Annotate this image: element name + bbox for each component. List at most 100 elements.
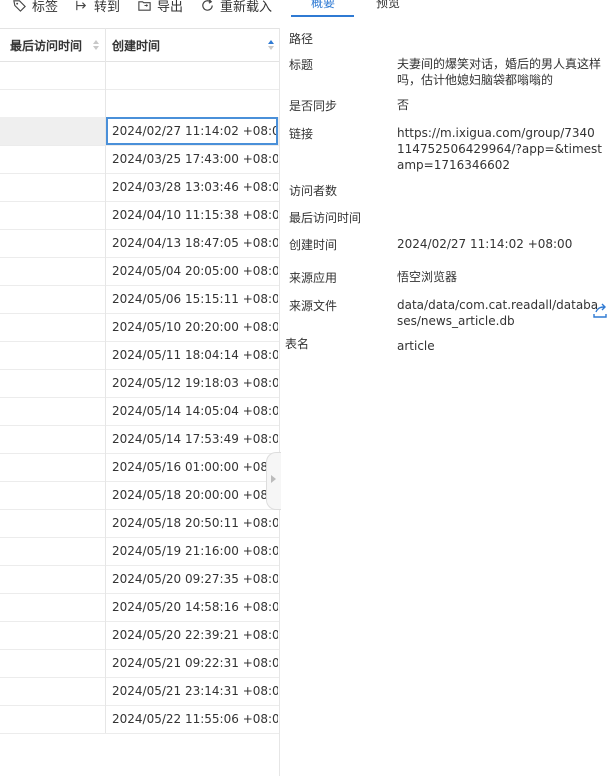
export-button[interactable]: 导出 [137, 0, 184, 15]
table-row[interactable]: 2024/03/25 17:43:00 +08:00 [0, 145, 280, 174]
cell-created[interactable]: 2024/05/20 14:58:16 +08:00 [106, 593, 278, 621]
property-label: 最后访问时间 [289, 211, 362, 225]
property-label: 路径 [289, 32, 314, 46]
table-row[interactable]: 2024/05/19 21:16:00 +08:00 [0, 537, 280, 566]
table-row[interactable]: 2024/05/14 17:53:49 +08:00 [0, 425, 280, 454]
cell-last-visit[interactable] [0, 257, 105, 285]
table-row[interactable]: 2024/05/06 15:15:11 +08:00 [0, 285, 280, 314]
table-row[interactable]: 2024/03/28 13:03:46 +08:00 [0, 173, 280, 202]
cell-created[interactable]: 2024/03/25 17:43:00 +08:00 [106, 145, 278, 173]
cell-last-visit[interactable] [0, 677, 105, 705]
table-row[interactable]: 2024/05/18 20:50:11 +08:00 [0, 509, 280, 538]
table-row[interactable]: 2024/05/14 14:05:04 +08:00 [0, 397, 280, 426]
cell-last-visit[interactable] [0, 369, 105, 397]
tab-summary[interactable]: 概要 [311, 0, 335, 11]
table-row[interactable]: 2024/05/18 20:00:00 +08:00 [0, 481, 280, 510]
property-value: article [397, 339, 435, 353]
table-row[interactable] [0, 89, 280, 118]
cell-created[interactable]: 2024/05/21 09:22:31 +08:00 [106, 649, 278, 677]
table-row[interactable]: 2024/04/13 18:47:05 +08:00 [0, 229, 280, 258]
cell-last-visit[interactable] [0, 313, 105, 341]
cell-created[interactable]: 2024/05/12 19:18:03 +08:00 [106, 369, 278, 397]
cell-last-visit[interactable] [0, 705, 105, 733]
table-row[interactable]: 2024/05/22 11:55:06 +08:00 [0, 705, 280, 734]
property-value: 2024/02/27 11:14:02 +08:00 [397, 237, 573, 251]
table-row[interactable] [0, 61, 280, 90]
table-row[interactable]: 2024/05/11 18:04:14 +08:00 [0, 341, 280, 370]
cell-created[interactable]: 2024/05/10 20:20:00 +08:00 [106, 313, 278, 341]
cell-last-visit[interactable] [0, 649, 105, 677]
cell-last-visit[interactable] [0, 481, 105, 509]
table-row[interactable]: 2024/05/21 23:14:31 +08:00 [0, 677, 280, 706]
tab-preview[interactable]: 预览 [376, 0, 400, 11]
cell-last-visit[interactable] [0, 509, 105, 537]
export-label: 导出 [157, 0, 184, 15]
cell-last-visit[interactable] [0, 117, 105, 145]
sort-icon[interactable] [93, 38, 99, 52]
cell-last-visit[interactable] [0, 173, 105, 201]
property-label: 表名 [285, 337, 310, 351]
cell-created[interactable] [106, 61, 278, 89]
reload-button[interactable]: 重新载入 [200, 0, 272, 15]
property-label: 来源应用 [289, 271, 338, 285]
table-row[interactable]: 2024/05/16 01:00:00 +08:00 [0, 453, 280, 482]
cell-created[interactable]: 2024/03/28 13:03:46 +08:00 [106, 173, 278, 201]
cell-created[interactable]: 2024/05/06 15:15:11 +08:00 [106, 285, 278, 313]
cell-last-visit[interactable] [0, 61, 105, 89]
tag-button[interactable]: 标签 [12, 0, 59, 15]
table-row[interactable]: 2024/05/20 14:58:16 +08:00 [0, 593, 280, 622]
cell-last-visit[interactable] [0, 397, 105, 425]
cell-created[interactable]: 2024/05/22 11:55:06 +08:00 [106, 705, 278, 733]
tag-label: 标签 [32, 0, 59, 15]
cell-created[interactable]: 2024/05/20 22:39:21 +08:00 [106, 621, 278, 649]
table-row[interactable]: 2024/05/20 22:39:21 +08:00 [0, 621, 280, 650]
goto-label: 转到 [94, 0, 121, 15]
toolbar: 标签 转到 导出 重新载入 [0, 0, 280, 18]
table-row[interactable]: 2024/04/10 11:15:38 +08:00 [0, 201, 280, 230]
cell-last-visit[interactable] [0, 89, 105, 117]
cell-created[interactable]: 2024/05/18 20:50:11 +08:00 [106, 509, 278, 537]
table-row[interactable]: 2024/05/10 20:20:00 +08:00 [0, 313, 280, 342]
cell-created[interactable]: 2024/05/18 20:00:00 +08:00 [106, 481, 278, 509]
cell-last-visit[interactable] [0, 621, 105, 649]
cell-created[interactable]: 2024/02/27 11:14:02 +08:00 [106, 117, 278, 145]
cell-last-visit[interactable] [0, 341, 105, 369]
property-value: 否 [397, 98, 410, 112]
cell-last-visit[interactable] [0, 453, 105, 481]
cell-last-visit[interactable] [0, 537, 105, 565]
tag-icon [13, 0, 26, 12]
property-label: 链接 [289, 127, 314, 141]
property-label: 是否同步 [289, 99, 338, 113]
cell-last-visit[interactable] [0, 201, 105, 229]
cell-last-visit[interactable] [0, 145, 105, 173]
goto-button[interactable]: 转到 [74, 0, 121, 15]
cell-created[interactable]: 2024/05/21 23:14:31 +08:00 [106, 677, 278, 705]
cell-created[interactable]: 2024/05/20 09:27:35 +08:00 [106, 565, 278, 593]
cell-created[interactable]: 2024/05/14 14:05:04 +08:00 [106, 397, 278, 425]
column-header-last-visit[interactable]: 最后访问时间 [10, 29, 102, 61]
table-row[interactable]: 2024/05/04 20:05:00 +08:00 [0, 257, 280, 286]
cell-last-visit[interactable] [0, 565, 105, 593]
cell-created[interactable]: 2024/04/13 18:47:05 +08:00 [106, 229, 278, 257]
sort-icon[interactable] [268, 38, 274, 52]
cell-created[interactable] [106, 89, 278, 117]
cell-last-visit[interactable] [0, 229, 105, 257]
cell-created[interactable]: 2024/05/11 18:04:14 +08:00 [106, 341, 278, 369]
table-row[interactable]: 2024/05/21 09:22:31 +08:00 [0, 649, 280, 678]
cell-created[interactable]: 2024/05/04 20:05:00 +08:00 [106, 257, 278, 285]
table-row[interactable]: 2024/02/27 11:14:02 +08:00 [0, 117, 280, 146]
cell-last-visit[interactable] [0, 593, 105, 621]
cell-created[interactable]: 2024/05/16 01:00:00 +08:00 [106, 453, 278, 481]
property-value: https://m.ixigua.com/group/7340114752506… [397, 126, 603, 172]
cell-last-visit[interactable] [0, 285, 105, 313]
table-row[interactable]: 2024/05/12 19:18:03 +08:00 [0, 369, 280, 398]
cell-created[interactable]: 2024/05/14 17:53:49 +08:00 [106, 425, 278, 453]
cell-created[interactable]: 2024/04/10 11:15:38 +08:00 [106, 201, 278, 229]
column-header-label: 最后访问时间 [10, 38, 83, 53]
column-header-created[interactable]: 创建时间 [112, 29, 274, 61]
cell-last-visit[interactable] [0, 425, 105, 453]
open-source-icon[interactable] [591, 302, 609, 320]
goto-icon [76, 0, 87, 10]
cell-created[interactable]: 2024/05/19 21:16:00 +08:00 [106, 537, 278, 565]
table-row[interactable]: 2024/05/20 09:27:35 +08:00 [0, 565, 280, 594]
